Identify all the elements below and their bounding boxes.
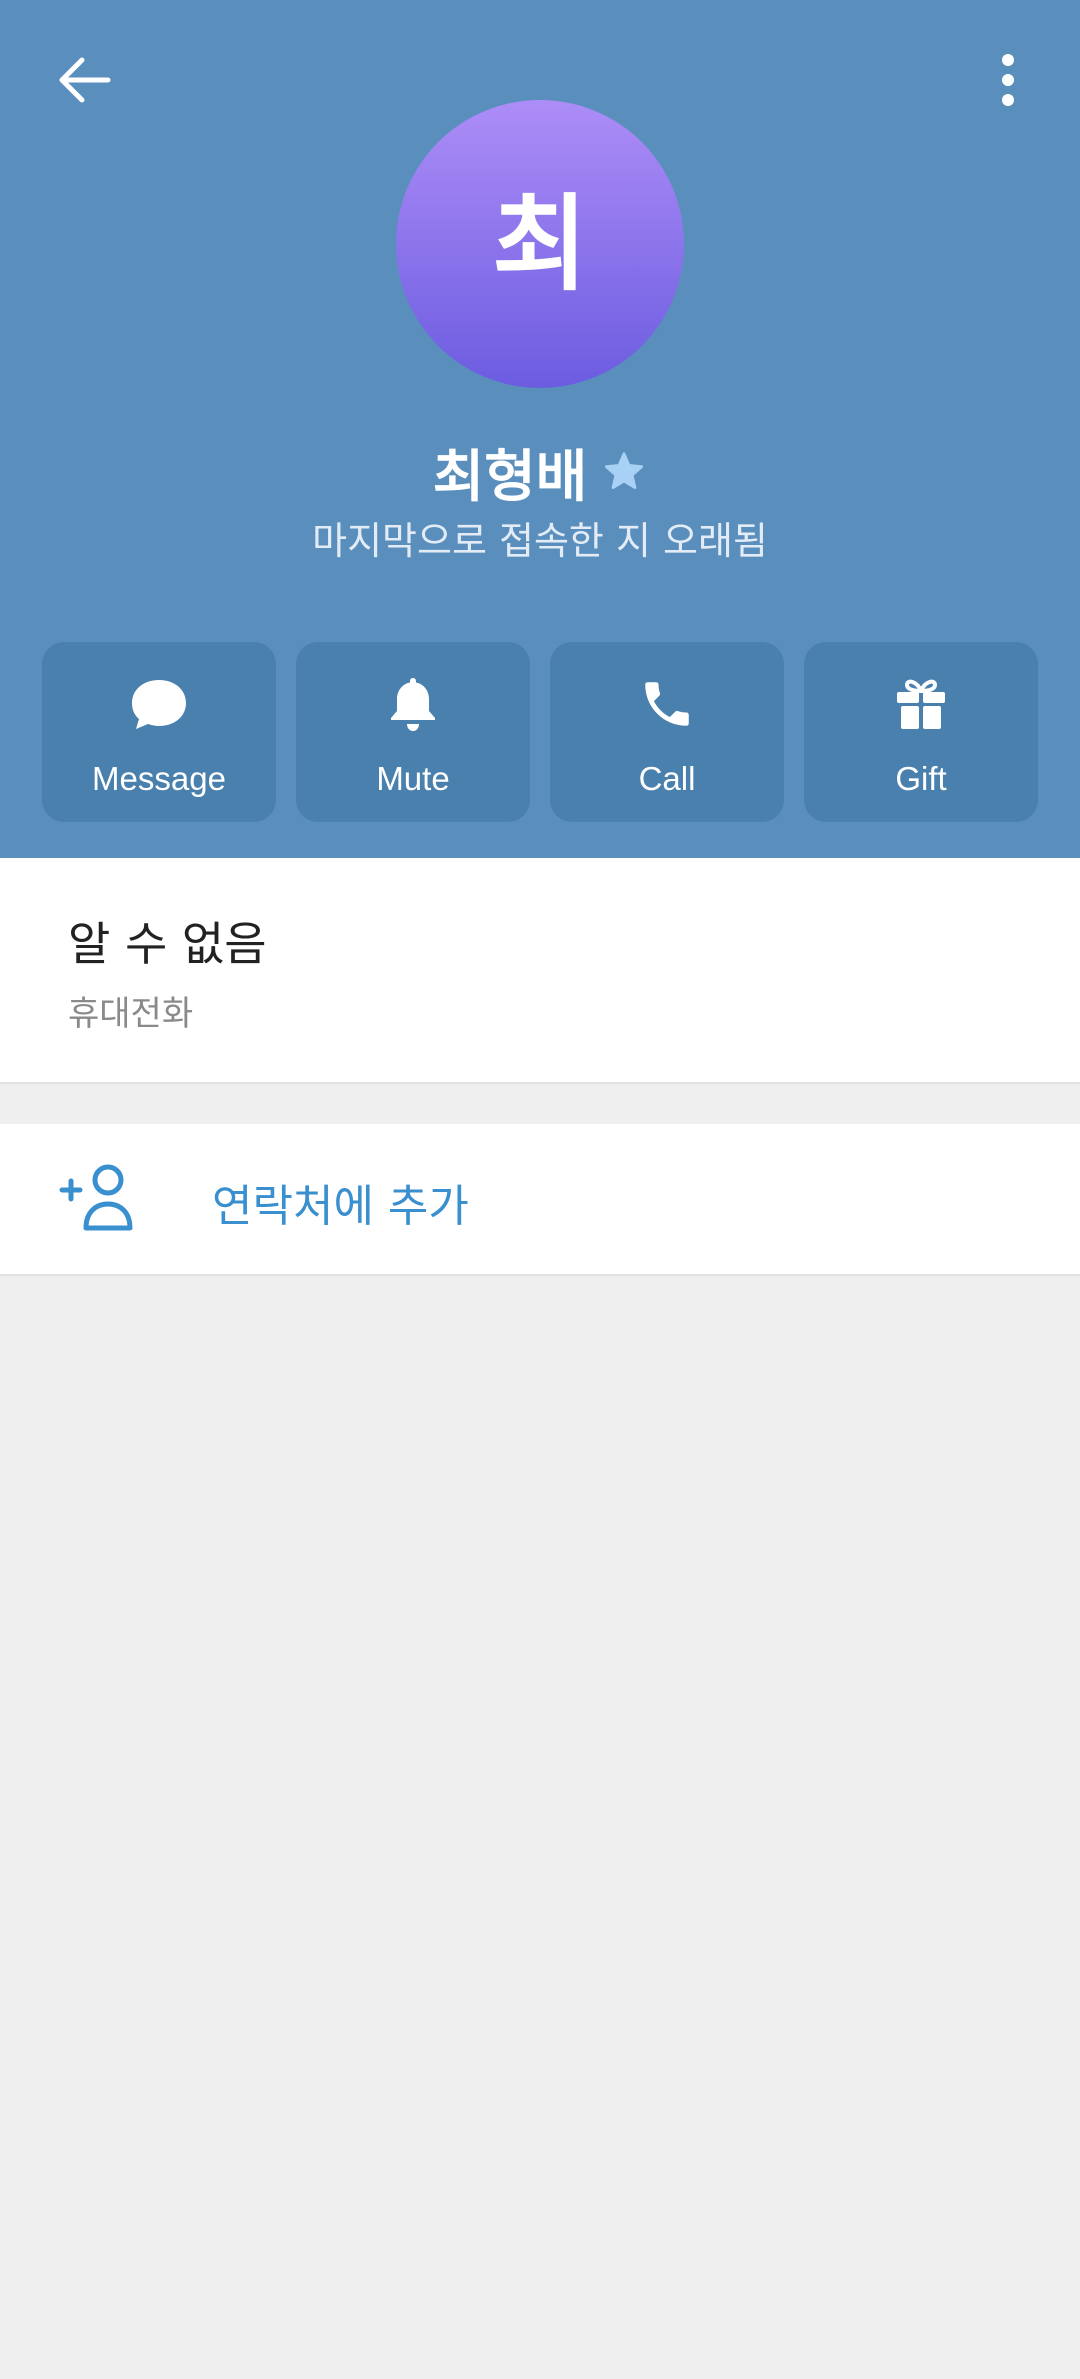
back-arrow-icon [59, 57, 111, 103]
last-seen-status: 마지막으로 접속한 지 오래됨 [312, 519, 768, 563]
phone-label: 휴대전화 [68, 994, 194, 1034]
bell-icon [381, 672, 445, 736]
back-button[interactable] [44, 44, 124, 116]
add-contact-button[interactable]: 연락처에 추가 [0, 1124, 1080, 1276]
phone-value: 알 수 없음 [68, 917, 267, 971]
call-label: Call [638, 760, 696, 797]
add-person-icon [59, 1164, 133, 1231]
mute-button[interactable]: Mute [296, 642, 530, 822]
phone-info-row[interactable]: 알 수 없음 휴대전화 [0, 858, 1080, 1084]
message-button[interactable]: Message [42, 642, 276, 822]
message-label: Message [92, 760, 226, 797]
more-options-button[interactable] [968, 40, 1048, 120]
phone-icon [635, 672, 699, 736]
avatar-initial: 최 [492, 183, 588, 305]
avatar[interactable]: 최 [396, 100, 684, 388]
star-icon[interactable] [601, 449, 647, 495]
profile-header: 최 최형배 마지막으로 접속한 지 오래됨 Message Mute Call … [0, 0, 1080, 858]
name-row: 최형배 [0, 432, 1080, 512]
chat-bubble-icon [127, 672, 191, 736]
profile-name: 최형배 [432, 444, 588, 510]
gift-icon [889, 672, 953, 736]
mute-label: Mute [376, 760, 450, 797]
gift-button[interactable]: Gift [804, 642, 1038, 822]
call-button[interactable]: Call [550, 642, 784, 822]
add-contact-label: 연락처에 추가 [212, 1181, 469, 1232]
more-vertical-icon [1002, 54, 1014, 106]
gift-label: Gift [895, 760, 947, 797]
action-buttons: Message Mute Call Gift [42, 642, 1038, 822]
